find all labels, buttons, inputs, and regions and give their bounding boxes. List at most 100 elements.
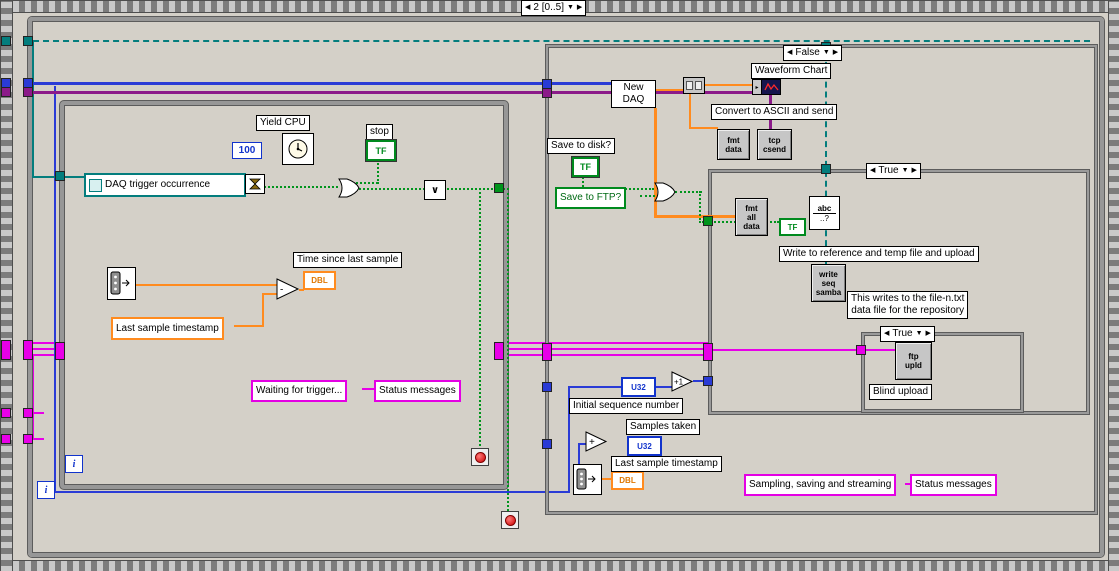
stop-dot-icon	[474, 451, 486, 463]
waveform-chart-terminal[interactable]: ▸	[752, 79, 781, 95]
true-constant[interactable]: TF	[779, 218, 806, 236]
case-structure-upload	[862, 333, 1023, 412]
case-prev-button[interactable]: ◀	[787, 47, 792, 59]
outer-loop-iteration-terminal[interactable]: i	[37, 481, 55, 499]
case-selector-upload[interactable]: ◀ True ▼ ▶	[880, 326, 935, 342]
inner-loop-iteration-terminal[interactable]: i	[65, 455, 83, 473]
ftp-upload-subvi[interactable]: ftp upld	[895, 342, 932, 380]
waiting-message-constant[interactable]: Waiting for trigger...	[251, 380, 348, 402]
case-selector-label[interactable]: True	[892, 328, 912, 340]
case-dropdown-icon[interactable]: ▼	[902, 165, 909, 177]
tunnel	[23, 408, 33, 418]
last-sample-dbl-terminal[interactable]: DBL	[611, 471, 644, 490]
inner-loop-condition-terminal[interactable]	[471, 448, 489, 466]
stop-label: stop	[366, 124, 393, 140]
tunnel	[1, 340, 11, 360]
daq-trigger-occurrence-label: DAQ trigger occurrence	[105, 179, 211, 190]
file-note-comment: This writes to the file-n.txt data file …	[847, 291, 969, 319]
tunnel	[494, 342, 504, 360]
connection-icon[interactable]	[683, 77, 705, 94]
tunnel	[23, 434, 33, 444]
chart-terminal-arrow-icon: ▸	[753, 80, 762, 94]
time-since-label: Time since last sample	[293, 252, 403, 268]
tunnel	[856, 345, 866, 355]
or-gate-icon[interactable]	[338, 178, 360, 201]
save-to-ftp-control[interactable]: Save to FTP?	[555, 187, 627, 209]
match-pattern-icon[interactable]: abc ..?	[809, 196, 840, 230]
increment-icon[interactable]: +1	[671, 371, 694, 395]
case-selector-true[interactable]: ◀ True ▼ ▶	[866, 163, 921, 179]
case-selector-false[interactable]: ◀ False ▼ ▶	[783, 45, 843, 61]
new-daq-node[interactable]: New DAQ	[611, 80, 656, 108]
match-pattern-abc: abc	[817, 203, 832, 213]
tunnel	[1, 87, 11, 97]
sequence-selector[interactable]: ◀ 2 [0..5] ▼ ▶	[521, 0, 587, 16]
case-next-button[interactable]: ▶	[912, 165, 917, 177]
save-to-disk-terminal[interactable]: TF	[572, 157, 599, 177]
boolean-wire	[675, 191, 702, 193]
tunnel	[703, 376, 713, 386]
float-wire	[689, 91, 691, 129]
status-messages-indicator[interactable]: Status messages	[374, 380, 461, 402]
status-messages-indicator[interactable]: Status messages	[910, 474, 997, 496]
match-pattern-query: ..?	[820, 213, 829, 223]
sequence-prev-button[interactable]: ◀	[525, 2, 530, 14]
sequence-frame-label[interactable]: 2 [0..5]	[533, 2, 564, 14]
wait-until-next-ms-icon[interactable]	[282, 133, 314, 165]
tunnel	[494, 183, 504, 193]
boolean-wire	[507, 188, 509, 515]
case-dropdown-icon[interactable]: ▼	[916, 328, 923, 340]
write-seq-samba-subvi[interactable]: write seq samba	[811, 264, 846, 302]
boolean-wire	[359, 188, 425, 190]
subtract-icon[interactable]: -	[276, 278, 300, 303]
or-gate-icon[interactable]	[654, 182, 676, 205]
occurrence-icon	[89, 178, 102, 192]
float-wire	[262, 293, 277, 295]
case-selector-label[interactable]: True	[878, 165, 898, 177]
daq-trigger-occurrence-control[interactable]: DAQ trigger occurrence	[84, 173, 246, 197]
initial-sequence-terminal[interactable]: U32	[621, 377, 656, 397]
sequence-next-button[interactable]: ▶	[577, 2, 582, 14]
case-prev-button[interactable]: ◀	[870, 165, 875, 177]
save-to-disk-label: Save to disk?	[547, 138, 616, 154]
port-square-icon	[695, 81, 702, 90]
add-icon[interactable]: +	[585, 431, 608, 455]
svg-text:-: -	[280, 285, 283, 296]
float-wire	[262, 294, 264, 326]
tunnel	[1, 408, 11, 418]
samples-taken-terminal[interactable]: U32	[627, 436, 662, 456]
last-sample-timestamp-label: Last sample timestamp	[611, 456, 722, 472]
float-wire	[654, 215, 736, 218]
time-since-dbl-indicator[interactable]: DBL	[303, 271, 336, 290]
boolean-wire	[257, 186, 338, 188]
outer-loop-condition-terminal[interactable]	[501, 511, 519, 529]
fmt-data-subvi[interactable]: fmt data	[717, 129, 750, 160]
case-next-button[interactable]: ▶	[833, 47, 838, 59]
boolean-wire	[479, 188, 481, 450]
case-prev-button[interactable]: ◀	[884, 328, 889, 340]
sequence-dropdown-icon[interactable]: ▼	[567, 2, 574, 14]
numeric-wire	[30, 82, 612, 85]
or-array-elements-icon[interactable]: ∨	[424, 180, 446, 200]
float-wire	[234, 325, 264, 327]
daq-device-icon[interactable]	[107, 267, 136, 300]
daq-device-icon[interactable]	[573, 464, 602, 495]
fmt-all-data-subvi[interactable]: fmt all data	[735, 198, 768, 236]
tunnel	[542, 382, 552, 392]
tunnel	[821, 164, 831, 174]
last-sample-timestamp-control[interactable]: Last sample timestamp	[111, 317, 224, 340]
sampling-message-constant: Sampling, saving and streaming	[744, 474, 897, 496]
wait-ms-constant[interactable]: 100	[232, 142, 262, 159]
case-dropdown-icon[interactable]: ▼	[823, 47, 830, 59]
tunnel	[703, 343, 713, 361]
tunnel	[703, 216, 713, 226]
case-selector-label[interactable]: False	[795, 47, 819, 59]
tunnel	[55, 171, 65, 181]
convert-ascii-comment: Convert to ASCII and send	[711, 104, 838, 120]
tcp-csend-subvi[interactable]: tcp csend	[757, 129, 792, 160]
stop-boolean-terminal[interactable]: TF	[366, 140, 396, 161]
wait-on-occurrence-icon[interactable]	[245, 174, 265, 194]
chart-terminal-plot-icon	[762, 80, 780, 94]
case-next-button[interactable]: ▶	[926, 328, 931, 340]
svg-text:+: +	[589, 437, 595, 448]
